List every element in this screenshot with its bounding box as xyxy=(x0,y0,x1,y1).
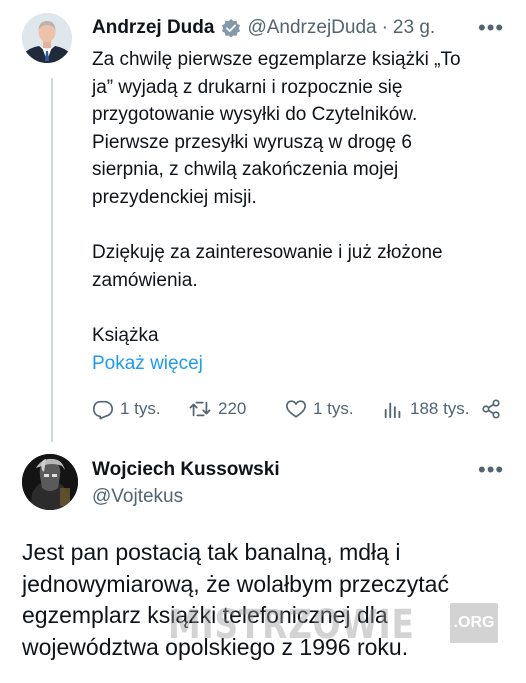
share-icon[interactable] xyxy=(480,398,502,420)
repost-button[interactable]: 220 xyxy=(188,398,246,420)
tweet-andrzej-duda[interactable]: Andrzej Duda @AndrzejDuda · 23 g. ••• Za… xyxy=(0,0,526,442)
tweet-text: Za chwilę pierwsze egzemplarze książki „… xyxy=(92,46,512,377)
views-button[interactable]: 188 tys. xyxy=(382,398,470,420)
thread-line xyxy=(51,78,53,442)
paragraph-3: Książka xyxy=(92,324,159,346)
author-handle[interactable]: @Vojtekus xyxy=(92,485,183,509)
author-name[interactable]: Wojciech Kussowski xyxy=(92,458,280,482)
reply-icon xyxy=(92,398,114,420)
like-button[interactable]: 1 tys. xyxy=(285,398,354,420)
repost-count: 220 xyxy=(218,399,247,418)
reply-tweet[interactable]: Wojciech Kussowski @Vojtekus ••• Jest pa… xyxy=(0,440,526,683)
like-count: 1 tys. xyxy=(313,399,354,418)
avatar[interactable] xyxy=(22,454,78,510)
tweet-actions: 1 tys. 220 1 tys. 188 tys. xyxy=(92,398,507,426)
repost-icon xyxy=(188,398,212,420)
views-count: 188 tys. xyxy=(410,399,470,418)
more-icon[interactable]: ••• xyxy=(478,17,504,39)
tweet-header: Andrzej Duda @AndrzejDuda · 23 g. xyxy=(92,16,435,40)
verified-badge-icon xyxy=(221,18,241,38)
avatar[interactable] xyxy=(22,13,72,63)
separator: · xyxy=(381,17,388,38)
timestamp[interactable]: 23 g. xyxy=(393,16,435,40)
paragraph-2: Dziękuję za zainteresowanie i już złożon… xyxy=(92,242,443,291)
reply-button[interactable]: 1 tys. xyxy=(92,398,161,420)
views-icon xyxy=(382,398,404,420)
reply-text: Jest pan postacią tak banalną, mdłą i je… xyxy=(22,539,449,660)
author-name[interactable]: Andrzej Duda xyxy=(92,16,214,40)
reply-count: 1 tys. xyxy=(120,399,161,418)
author-handle[interactable]: @AndrzejDuda xyxy=(247,16,376,40)
like-icon xyxy=(285,398,307,420)
show-more-link[interactable]: Pokaż więcej xyxy=(92,350,512,378)
more-icon[interactable]: ••• xyxy=(478,459,504,481)
paragraph-1: Za chwilę pierwsze egzemplarze książki „… xyxy=(92,49,461,208)
